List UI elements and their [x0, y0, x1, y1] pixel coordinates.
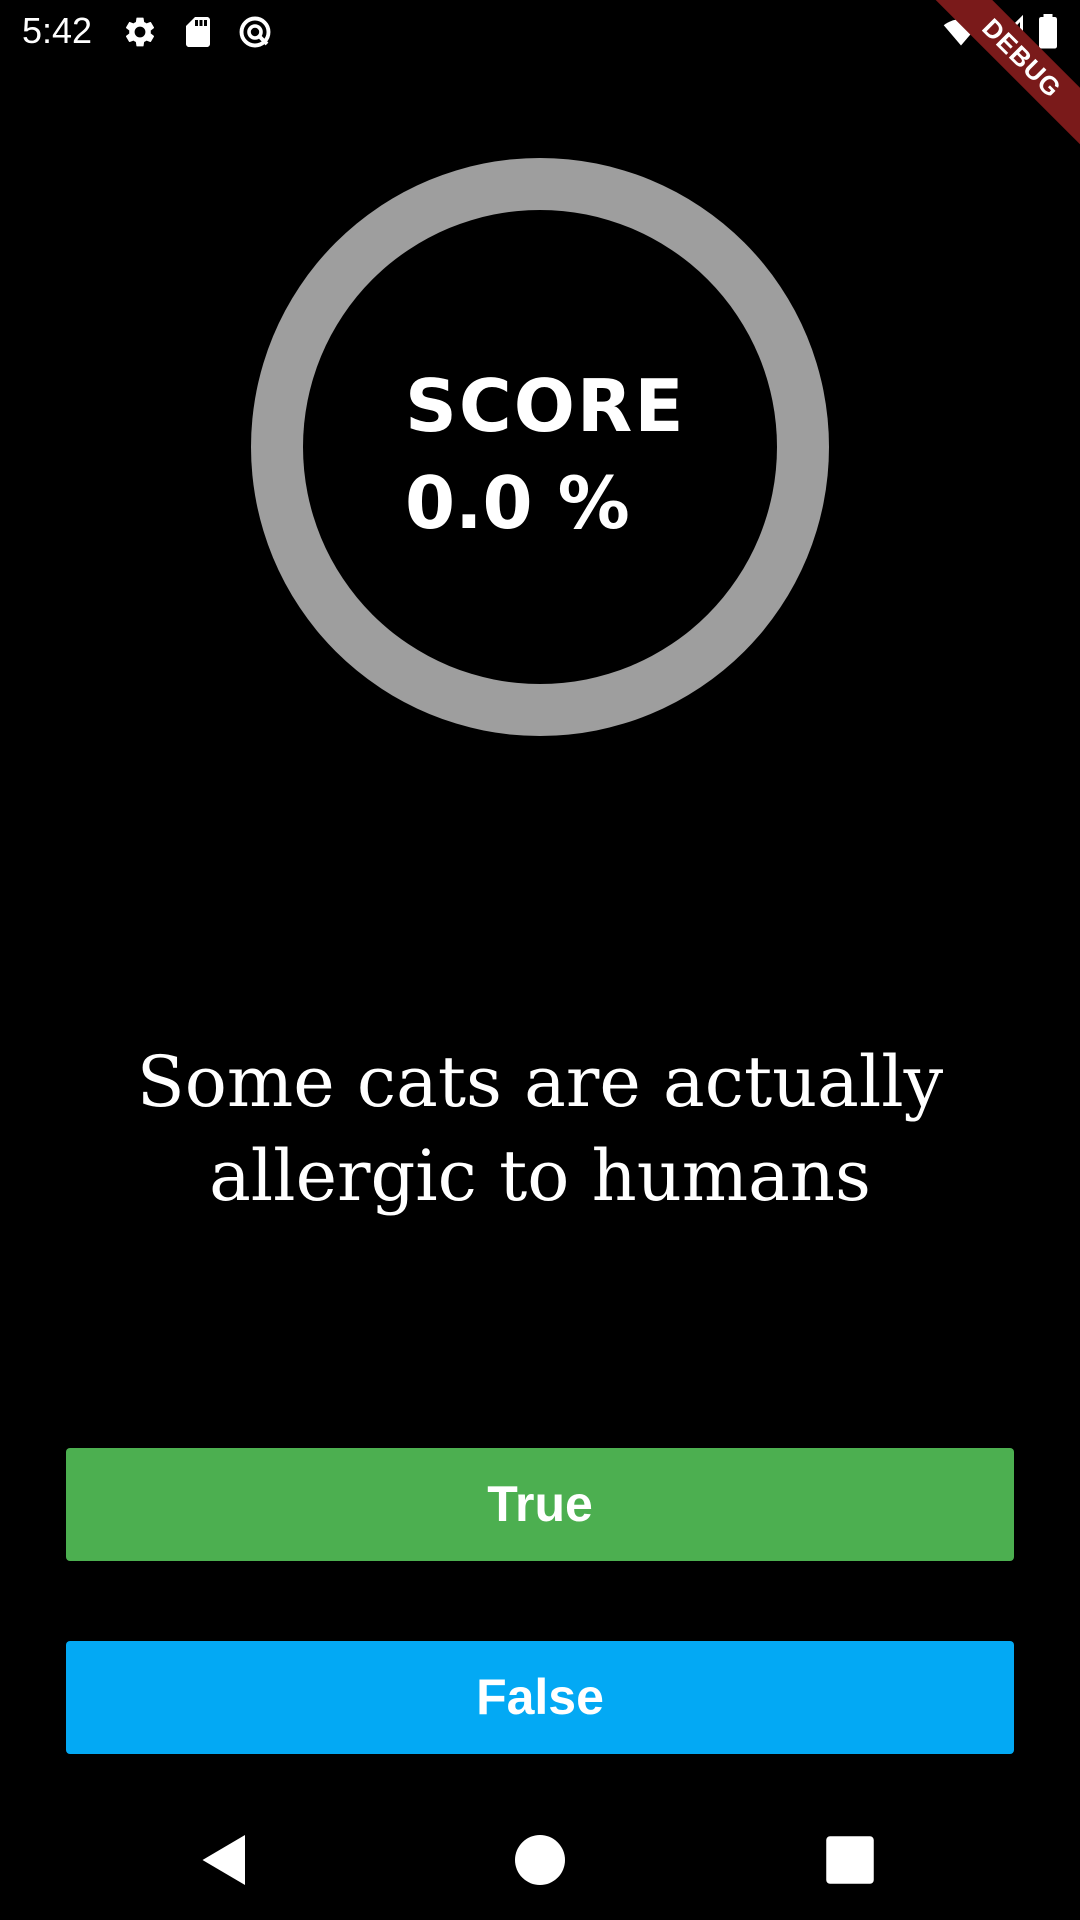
gear-icon	[125, 17, 155, 47]
false-button[interactable]: False	[66, 1641, 1014, 1754]
debug-banner: DEBUG	[920, 0, 1080, 160]
score-value: 0.0 %	[405, 461, 630, 545]
question-text: Some cats are actually allergic to human…	[136, 1041, 944, 1217]
true-button[interactable]: True	[66, 1448, 1014, 1561]
score-label: SCORE	[405, 364, 686, 448]
home-icon[interactable]	[510, 1830, 570, 1890]
data-saver-icon	[239, 16, 271, 48]
navigation-bar	[0, 1800, 1080, 1920]
recents-icon[interactable]	[820, 1830, 880, 1890]
debug-label: DEBUG	[923, 0, 1080, 157]
back-icon[interactable]	[195, 1830, 255, 1890]
sd-card-icon	[186, 17, 210, 47]
status-bar: 5:42 DEBUG	[0, 0, 1080, 157]
status-time: 5:42	[22, 10, 93, 51]
score-ring: SCORE 0.0 %	[251, 158, 829, 736]
